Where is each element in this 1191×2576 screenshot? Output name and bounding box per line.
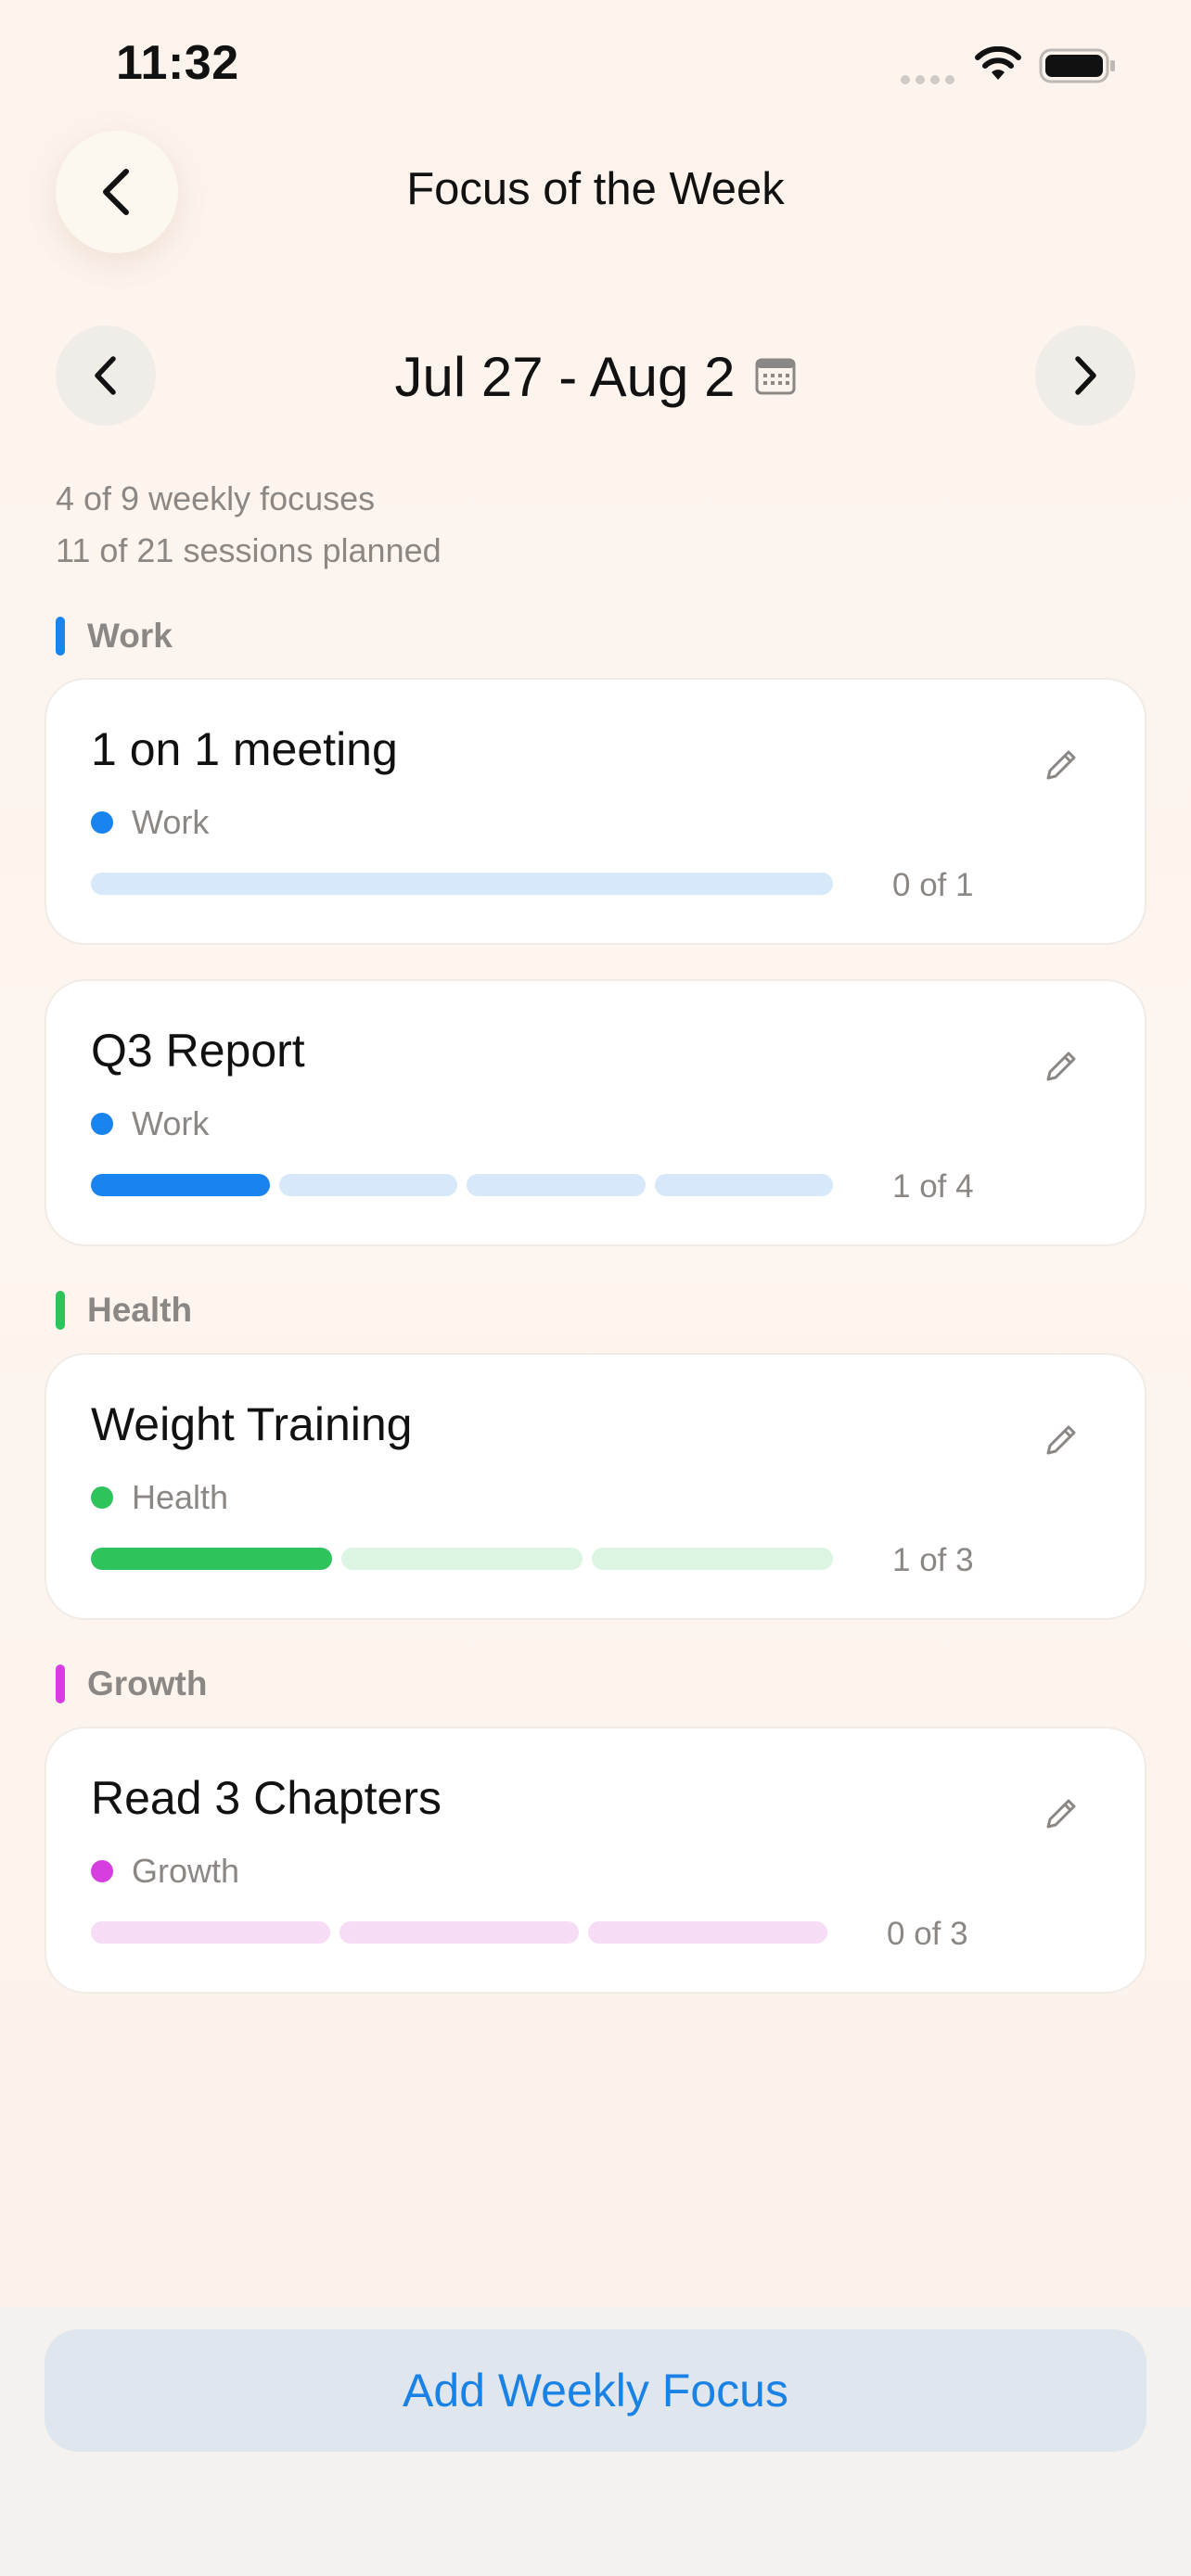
- category-dot: [91, 1113, 113, 1135]
- edit-focus-button[interactable]: [1039, 1418, 1083, 1462]
- chevron-left-icon: [95, 356, 116, 395]
- progress-count: 1 of 3: [892, 1542, 974, 1578]
- chevron-left-icon: [103, 169, 129, 215]
- progress-count: 1 of 4: [892, 1168, 974, 1205]
- progress-segment: [91, 1921, 330, 1944]
- edit-focus-button[interactable]: [1039, 1792, 1083, 1836]
- focus-card[interactable]: Q3 Report Work 1 of 4: [45, 979, 1146, 1246]
- battery-icon: [1039, 48, 1115, 83]
- add-weekly-focus-button[interactable]: Add Weekly Focus: [45, 2329, 1146, 2452]
- focus-title: Read 3 Chapters: [91, 1772, 442, 1824]
- focus-card[interactable]: Read 3 Chapters Growth 0 of 3: [45, 1727, 1146, 1994]
- category-dot: [91, 811, 113, 834]
- cellular-signal-icon: [901, 75, 954, 84]
- sessions-summary: 11 of 21 sessions planned: [56, 531, 442, 569]
- progress-segment: [278, 1174, 457, 1196]
- focuses-summary: 4 of 9 weekly focuses: [56, 479, 376, 517]
- progress-count: 0 of 3: [887, 1916, 968, 1952]
- progress-segment: [341, 1548, 583, 1570]
- edit-focus-button[interactable]: [1039, 743, 1083, 787]
- progress-segment: [654, 1174, 833, 1196]
- progress-segment: [467, 1174, 646, 1196]
- focus-title: Weight Training: [91, 1398, 413, 1450]
- section-color-bar: [56, 1664, 65, 1703]
- focus-category: Growth: [91, 1852, 239, 1891]
- focus-card[interactable]: Weight Training Health 1 of 3: [45, 1353, 1146, 1620]
- next-week-button[interactable]: [1035, 325, 1135, 426]
- progress-segment-filled: [91, 1174, 270, 1196]
- progress-row: 0 of 3: [91, 1916, 968, 1952]
- progress-bar: [91, 1921, 827, 1944]
- progress-row: 1 of 4: [91, 1168, 974, 1205]
- previous-week-button[interactable]: [56, 325, 156, 426]
- category-dot: [91, 1486, 113, 1509]
- weekly-summary: 4 of 9 weekly focuses 11 of 21 sessions …: [56, 473, 442, 577]
- pencil-icon: [1046, 1425, 1076, 1455]
- progress-segment: [91, 873, 833, 895]
- progress-bar: [91, 1548, 833, 1570]
- progress-segment: [592, 1548, 833, 1570]
- category-label: Growth: [132, 1852, 240, 1890]
- section-label: Health: [87, 1291, 193, 1329]
- week-range-selector[interactable]: Jul 27 - Aug 2: [317, 338, 874, 415]
- chevron-right-icon: [1075, 356, 1096, 395]
- section-label: Growth: [87, 1664, 208, 1702]
- pencil-icon: [1046, 1799, 1076, 1829]
- section-label: Work: [87, 617, 173, 655]
- wifi-icon: [975, 46, 1021, 80]
- focus-category: Health: [91, 1478, 228, 1517]
- pencil-icon: [1046, 750, 1076, 780]
- progress-row: 0 of 1: [91, 867, 974, 903]
- section-header-growth: Growth: [56, 1664, 207, 1704]
- progress-bar: [91, 1174, 833, 1196]
- progress-segment: [588, 1921, 827, 1944]
- focus-card[interactable]: 1 on 1 meeting Work 0 of 1: [45, 678, 1146, 945]
- category-dot: [91, 1860, 113, 1882]
- focus-title: 1 on 1 meeting: [91, 723, 398, 775]
- section-color-bar: [56, 617, 65, 656]
- status-time: 11:32: [116, 36, 239, 90]
- section-header-work: Work: [56, 616, 173, 657]
- week-range-label: Jul 27 - Aug 2: [394, 345, 736, 408]
- edit-focus-button[interactable]: [1039, 1044, 1083, 1089]
- section-header-health: Health: [56, 1290, 192, 1331]
- section-color-bar: [56, 1291, 65, 1330]
- category-label: Work: [132, 803, 210, 841]
- progress-row: 1 of 3: [91, 1542, 974, 1578]
- progress-segment-filled: [91, 1548, 332, 1570]
- progress-bar: [91, 873, 833, 895]
- pencil-icon: [1046, 1052, 1076, 1081]
- status-bar: 11:32: [0, 0, 1191, 130]
- category-label: Health: [132, 1478, 229, 1516]
- progress-segment: [339, 1921, 579, 1944]
- bottom-action-area: Add Weekly Focus: [0, 2307, 1191, 2576]
- focus-category: Work: [91, 803, 209, 842]
- back-button[interactable]: [56, 131, 178, 253]
- calendar-icon: [755, 358, 796, 395]
- focus-title: Q3 Report: [91, 1025, 305, 1077]
- focus-category: Work: [91, 1104, 209, 1143]
- page-title: Focus of the Week: [406, 164, 785, 214]
- progress-count: 0 of 1: [892, 867, 974, 903]
- category-label: Work: [132, 1104, 210, 1142]
